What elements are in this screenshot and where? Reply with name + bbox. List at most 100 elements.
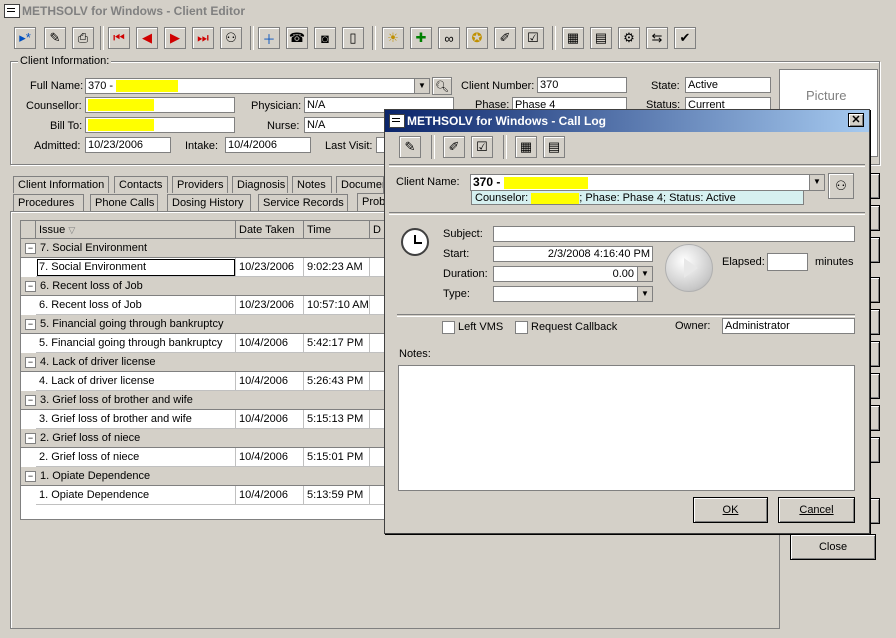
- type-field[interactable]: ▼: [493, 286, 653, 302]
- dialog-calendar-icon[interactable]: ▦: [515, 136, 537, 158]
- collapse-icon[interactable]: −: [25, 395, 36, 406]
- dialog-title: METHSOLV for Windows - Call Log: [407, 114, 606, 128]
- table-row[interactable]: 7. Social Environment 10/23/2006 9:02:23 A…: [21, 258, 385, 277]
- date-cell: 10/4/2006: [236, 334, 304, 353]
- last-record-icon[interactable]: ⏭: [192, 27, 214, 49]
- grid-group-row[interactable]: −2. Grief loss of niece: [21, 429, 385, 448]
- subject-label: Subject:: [443, 228, 483, 240]
- table-row[interactable]: 5. Financial going through bankruptcy 10/…: [21, 334, 385, 353]
- client-number-field[interactable]: 370: [537, 77, 627, 93]
- add-alert-icon[interactable]: ✚: [410, 27, 432, 49]
- checklist-icon[interactable]: ☑: [522, 27, 544, 49]
- certificate-icon[interactable]: ✪: [466, 27, 488, 49]
- play-timer-icon[interactable]: [665, 244, 713, 292]
- collapse-icon[interactable]: −: [25, 471, 36, 482]
- tab-diagnosis[interactable]: Diagnosis: [232, 176, 288, 193]
- time-cell: 5:15:01 PM: [304, 448, 370, 467]
- find-binoculars-icon[interactable]: ⚇: [220, 27, 242, 49]
- id-card-icon[interactable]: ▤: [590, 27, 612, 49]
- dialog-chevron-down-icon[interactable]: ▼: [809, 175, 824, 190]
- owner-field[interactable]: Administrator: [722, 318, 855, 334]
- close-button[interactable]: Close: [790, 534, 876, 560]
- glasses-icon[interactable]: ∞: [438, 27, 460, 49]
- dialog-id-card-icon[interactable]: ▤: [543, 136, 565, 158]
- transfer-icon[interactable]: ⇆: [646, 27, 668, 49]
- new-record-icon[interactable]: ▸*: [14, 27, 36, 49]
- dialog-close-icon[interactable]: ✕: [848, 113, 864, 127]
- dialog-edit-icon[interactable]: ✎: [399, 136, 421, 158]
- notes-textarea[interactable]: [398, 365, 855, 491]
- grid-group-row[interactable]: −1. Opiate Dependence: [21, 467, 385, 486]
- issue-cell: 7. Social Environment: [36, 258, 236, 277]
- first-record-icon[interactable]: ⏮: [108, 27, 130, 49]
- sun-icon[interactable]: ☀: [382, 27, 404, 49]
- tab-providers[interactable]: Providers: [172, 176, 228, 193]
- grid-header-time[interactable]: Time: [304, 221, 370, 239]
- table-row[interactable]: 2. Grief loss of niece 10/4/2006 5:15:01 P…: [21, 448, 385, 467]
- redacted-name: [116, 80, 179, 93]
- next-record-icon[interactable]: ▶: [164, 27, 186, 49]
- intake-field[interactable]: 10/4/2006: [225, 137, 311, 153]
- edit-icon[interactable]: ✎: [44, 27, 66, 49]
- print-icon[interactable]: ⎙: [72, 27, 94, 49]
- tab-contacts[interactable]: Contacts: [114, 176, 168, 193]
- user-check-icon[interactable]: ✔: [674, 27, 696, 49]
- elapsed-field[interactable]: [767, 253, 808, 271]
- request-callback-checkbox[interactable]: [515, 321, 528, 334]
- table-row[interactable]: 4. Lack of driver license 10/4/2006 5:26:4…: [21, 372, 385, 391]
- table-row[interactable]: 3. Grief loss of brother and wife 10/4/20…: [21, 410, 385, 429]
- left-vms-checkbox[interactable]: [442, 321, 455, 334]
- table-row[interactable]: 1. Opiate Dependence 10/4/2006 5:13:59 PM: [21, 486, 385, 505]
- dialog-client-name-combo[interactable]: 370 - ▼: [470, 174, 825, 191]
- blank-page-icon[interactable]: ▯: [342, 27, 364, 49]
- admitted-field[interactable]: 10/23/2006: [85, 137, 171, 153]
- cancel-button[interactable]: Cancel: [778, 497, 855, 523]
- grid-group-row[interactable]: −7. Social Environment: [21, 239, 385, 258]
- grid-group-row[interactable]: −6. Recent loss of Job: [21, 277, 385, 296]
- state-field[interactable]: Active: [685, 77, 771, 93]
- tab-dosing-history[interactable]: Dosing History: [167, 194, 251, 211]
- start-field[interactable]: 2/3/2008 4:16:40 PM: [493, 246, 653, 262]
- type-chevron-down-icon[interactable]: ▼: [637, 287, 652, 301]
- dialog-new-note-icon[interactable]: ✐: [443, 136, 465, 158]
- collapse-icon[interactable]: −: [25, 281, 36, 292]
- full-name-combo[interactable]: 370 - ▼: [85, 78, 430, 94]
- grid-group-row[interactable]: −5. Financial going through bankruptcy: [21, 315, 385, 334]
- duration-chevron-down-icon[interactable]: ▼: [637, 267, 652, 281]
- collapse-icon[interactable]: −: [25, 357, 36, 368]
- grid-header-issue[interactable]: Issue ▽: [36, 221, 236, 239]
- collapse-icon[interactable]: −: [25, 433, 36, 444]
- grid-group-row[interactable]: −3. Grief loss of brother and wife: [21, 391, 385, 410]
- grid-header-date-taken[interactable]: Date Taken: [236, 221, 304, 239]
- tab-phone-calls[interactable]: Phone Calls: [90, 194, 158, 211]
- previous-record-icon[interactable]: ◀: [136, 27, 158, 49]
- tab-documents[interactable]: Documents: [336, 176, 384, 193]
- duration-field[interactable]: 0.00 ▼: [493, 266, 653, 282]
- chevron-down-icon[interactable]: ▼: [414, 79, 429, 93]
- tab-service-records[interactable]: Service Records: [258, 194, 348, 211]
- problems-grid[interactable]: Issue ▽ Date Taken Time D −7. Social Env…: [20, 220, 386, 520]
- dialog-checklist-icon[interactable]: ☑: [471, 136, 493, 158]
- phone-icon[interactable]: ☎: [286, 27, 308, 49]
- tab-client-information[interactable]: Client Information: [13, 176, 109, 193]
- subject-field[interactable]: [493, 226, 855, 242]
- new-note-icon[interactable]: ✐: [494, 27, 516, 49]
- camera-icon[interactable]: ◙: [314, 27, 336, 49]
- add-document-icon[interactable]: ＋: [258, 27, 280, 49]
- start-label: Start:: [443, 248, 470, 260]
- table-row[interactable]: 6. Recent loss of Job 10/23/2006 10:57:10 …: [21, 296, 385, 315]
- ok-button[interactable]: OK: [693, 497, 768, 523]
- dialog-find-binoculars-icon[interactable]: ⚇: [828, 173, 854, 199]
- grid-group-row[interactable]: −4. Lack of driver license: [21, 353, 385, 372]
- settings-gear-icon[interactable]: ⚙: [618, 27, 640, 49]
- tab-procedures[interactable]: Procedures: [13, 194, 84, 211]
- bill-to-field[interactable]: [85, 117, 235, 133]
- counsellor-field[interactable]: [85, 97, 235, 113]
- collapse-icon[interactable]: −: [25, 243, 36, 254]
- tab-notes[interactable]: Notes: [292, 176, 332, 193]
- search-icon[interactable]: 🔍︎: [432, 77, 452, 95]
- calendar-icon[interactable]: ▦: [562, 27, 584, 49]
- tab-problems[interactable]: Problems: [357, 193, 387, 212]
- last-visit-label: Last Visit:: [325, 140, 373, 152]
- collapse-icon[interactable]: −: [25, 319, 36, 330]
